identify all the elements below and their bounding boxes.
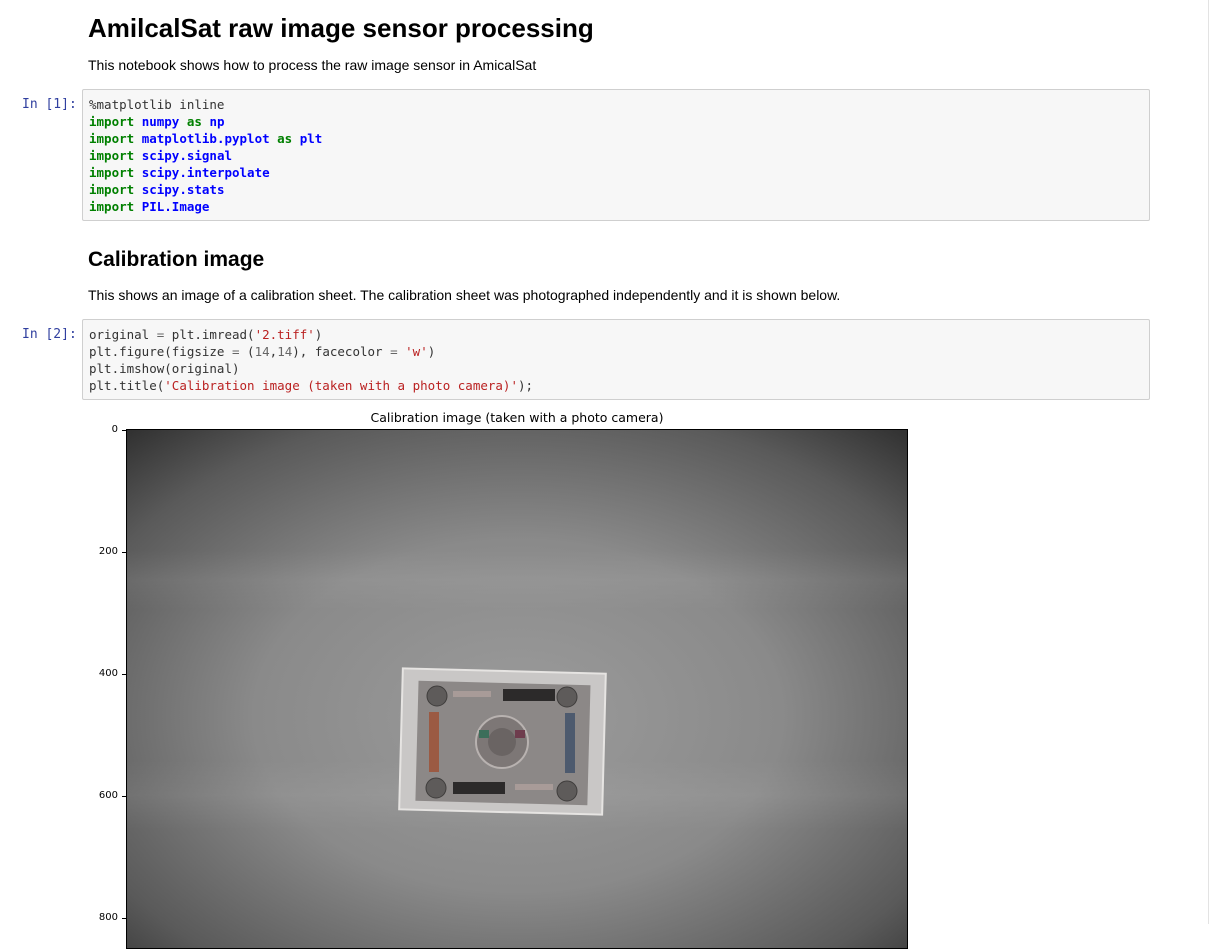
code-token: plt.imshow(original): [89, 361, 240, 376]
y-tick-label: 800: [98, 912, 118, 923]
code-token: import: [89, 114, 135, 129]
code-line: import matplotlib.pyplot as plt: [89, 130, 1143, 147]
section-heading: Calibration image: [88, 248, 265, 271]
code-line: plt.title('Calibration image (taken with…: [89, 377, 1143, 394]
scrollbar-edge[interactable]: [1208, 0, 1209, 924]
code-line: import scipy.signal: [89, 147, 1143, 164]
code-token: original: [89, 327, 157, 342]
code-line: import scipy.interpolate: [89, 164, 1143, 181]
code-line: original = plt.imread('2.tiff'): [89, 326, 1143, 343]
code-token: =: [390, 344, 398, 359]
code-token: import: [89, 165, 135, 180]
plot-title: Calibration image (taken with a photo ca…: [370, 410, 664, 425]
code-token: import: [89, 182, 135, 197]
code-token: import: [89, 131, 135, 146]
cell-2-prompt: In [2]:: [22, 327, 77, 342]
code-token: import: [89, 148, 135, 163]
code-token: ), facecolor: [292, 344, 391, 359]
code-token: plt: [299, 131, 323, 146]
code-line: import numpy as np: [89, 113, 1143, 130]
cell-1-prompt: In [1]:: [22, 97, 77, 112]
code-token: =: [232, 344, 240, 359]
code-line: import scipy.stats: [89, 181, 1143, 198]
code-line: plt.imshow(original): [89, 360, 1143, 377]
code-token: numpy: [141, 114, 180, 129]
code-token: as: [186, 114, 202, 129]
notebook-title: AmilcalSat raw image sensor processing: [88, 13, 594, 43]
code-token: scipy.signal: [141, 148, 232, 163]
code-token: PIL.Image: [141, 199, 210, 214]
code-token: import: [89, 199, 135, 214]
calibration-sheet: [398, 667, 607, 816]
code-token: 14: [254, 344, 270, 359]
code-token: plt.imread(: [164, 327, 255, 342]
code-token: (: [239, 344, 255, 359]
code-cell-2[interactable]: original = plt.imread('2.tiff') plt.figur…: [82, 319, 1150, 400]
y-tick-label: 600: [98, 790, 118, 801]
code-line: import PIL.Image: [89, 198, 1143, 215]
code-token: );: [517, 378, 534, 393]
y-tick-label: 0: [111, 424, 118, 435]
y-tick-label: 200: [98, 546, 118, 557]
code-token: scipy.interpolate: [141, 165, 270, 180]
code-token: %matplotlib inline: [89, 97, 225, 112]
code-token: as: [277, 131, 293, 146]
code-line: %matplotlib inline: [89, 96, 1143, 113]
code-token: '2.tiff': [254, 327, 315, 342]
calibration-target-image: [127, 430, 907, 948]
code-token: matplotlib.pyplot: [141, 131, 270, 146]
code-cell-1[interactable]: %matplotlib inline import numpy as np impo…: [82, 89, 1150, 221]
calibration-image-plot: [126, 429, 908, 949]
code-token: scipy.stats: [141, 182, 225, 197]
code-token: plt.figure(figsize: [89, 344, 232, 359]
section-text: This shows an image of a calibration she…: [88, 287, 841, 303]
code-line: plt.figure(figsize = (14,14), facecolor …: [89, 343, 1143, 360]
code-token: ): [314, 327, 323, 342]
y-tick-label: 400: [98, 668, 118, 679]
code-token: np: [209, 114, 225, 129]
code-token: 14: [277, 344, 293, 359]
code-token: ): [427, 344, 436, 359]
code-token: plt.title(: [89, 378, 165, 393]
code-token: 'Calibration image (taken with a photo c…: [164, 378, 518, 393]
code-token: 'w': [405, 344, 428, 359]
intro-text: This notebook shows how to process the r…: [88, 57, 537, 73]
